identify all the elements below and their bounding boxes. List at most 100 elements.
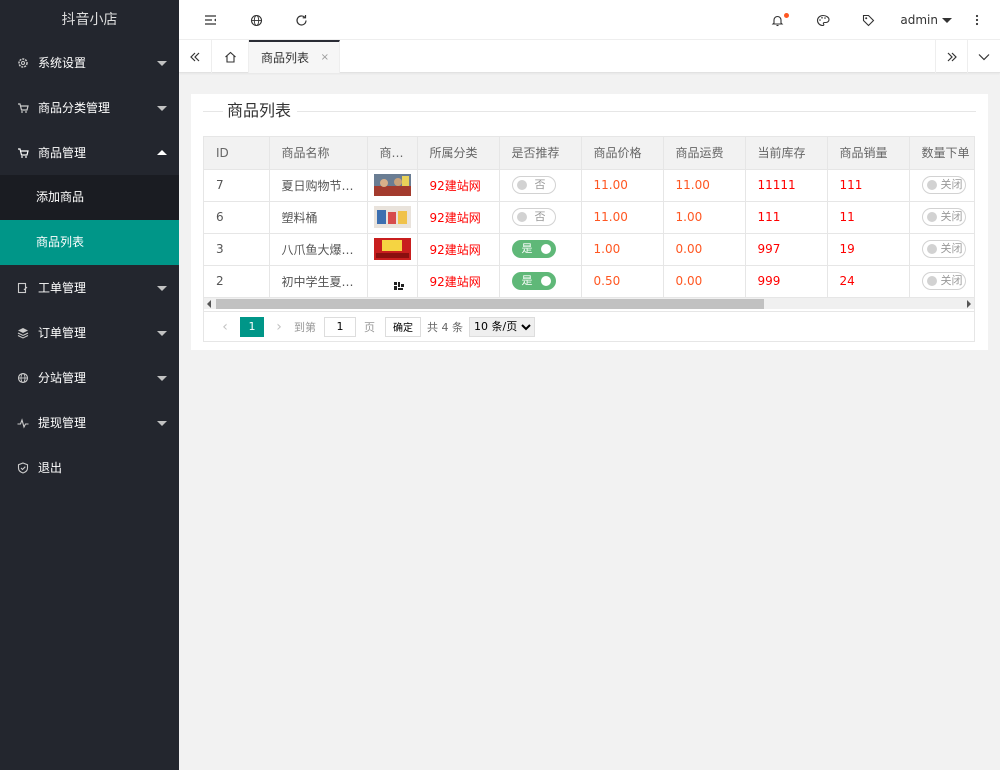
current-page[interactable]: 1	[240, 316, 264, 337]
col-header-stock[interactable]: 当前库存	[745, 137, 828, 170]
col-header-price[interactable]: 商品价格	[581, 137, 664, 170]
tabs-scroll-right-icon[interactable]	[935, 40, 968, 73]
cell-freight: 0.00	[663, 233, 746, 266]
bell-icon[interactable]	[762, 0, 792, 40]
scroll-right-arrow-icon[interactable]	[967, 300, 971, 308]
per-page-select[interactable]: 10 条/页	[469, 316, 535, 337]
sidebar-subitem-add-product[interactable]: 添加商品	[0, 175, 179, 220]
product-thumbnail[interactable]	[373, 174, 411, 196]
caret-down-icon	[942, 18, 952, 23]
toggle-label: 关闭	[940, 178, 963, 191]
goto-confirm-button[interactable]: 确定	[385, 316, 421, 337]
cell-qty-order: 关闭	[909, 265, 974, 298]
prev-page-icon[interactable]: ‹	[214, 319, 236, 335]
recommend-toggle[interactable]: 是	[511, 272, 556, 290]
cell-recommend: 否	[499, 201, 582, 234]
col-header-image[interactable]: 商…	[367, 137, 418, 170]
cell-image	[367, 265, 418, 298]
close-icon[interactable]: ×	[321, 52, 329, 63]
cell-stock: 997	[745, 233, 828, 266]
cell-sales: 19	[827, 233, 910, 266]
chevron-down-icon[interactable]	[968, 40, 1000, 73]
qty-order-toggle[interactable]: 关闭	[921, 176, 966, 194]
horizontal-scrollbar[interactable]	[204, 297, 974, 309]
scroll-left-arrow-icon[interactable]	[207, 300, 211, 308]
menu-fold-icon[interactable]	[195, 0, 225, 40]
recommend-toggle[interactable]: 否	[511, 208, 556, 226]
username: admin	[900, 13, 938, 27]
col-header-id[interactable]: ID	[204, 137, 270, 170]
toggle-label: 否	[534, 178, 546, 191]
cell-stock: 111	[745, 201, 828, 234]
globe-icon	[16, 371, 30, 385]
toggle-label: 否	[534, 210, 546, 223]
product-thumbnail[interactable]	[373, 270, 411, 292]
sidebar-item-substation-management[interactable]: 分站管理	[0, 355, 179, 400]
product-thumbnail[interactable]	[373, 238, 411, 260]
cell-name: 初中学生夏…	[269, 265, 368, 298]
recommend-toggle[interactable]: 是	[511, 240, 556, 258]
col-header-category[interactable]: 所属分类	[417, 137, 500, 170]
cell-recommend: 是	[499, 265, 582, 298]
tabs-scroll-left-icon[interactable]	[179, 40, 212, 73]
cell-price: 11.00	[581, 201, 664, 234]
toggle-knob	[926, 212, 937, 222]
qty-order-toggle[interactable]: 关闭	[921, 208, 966, 226]
col-header-freight[interactable]: 商品运费	[663, 137, 746, 170]
cell-category: 92建站网	[417, 265, 500, 298]
cell-freight: 0.00	[663, 265, 746, 298]
qty-order-toggle[interactable]: 关闭	[921, 240, 966, 258]
cell-name: 八爪鱼大爆…	[269, 233, 368, 266]
sidebar-item-order-management[interactable]: 订单管理	[0, 310, 179, 355]
cell-id: 7	[204, 169, 270, 202]
page-number-input[interactable]	[324, 316, 356, 337]
edit-doc-icon	[16, 281, 30, 295]
sidebar-item-product-management[interactable]: 商品管理	[0, 130, 179, 175]
sidebar-subitem-product-list[interactable]: 商品列表	[0, 220, 179, 265]
table-row: 3 八爪鱼大爆… 92建站网 是 1.00 0.00 997 19 关闭	[204, 233, 974, 266]
cell-qty-order: 关闭	[909, 169, 974, 202]
fieldset-legend: 商品列表	[203, 100, 976, 122]
cell-price: 11.00	[581, 169, 664, 202]
qty-order-toggle[interactable]: 关闭	[921, 272, 966, 290]
sidebar-item-system-settings[interactable]: 系统设置	[0, 40, 179, 85]
top-header: admin	[179, 0, 1000, 40]
col-header-name[interactable]: 商品名称	[269, 137, 368, 170]
col-header-recommend[interactable]: 是否推荐	[499, 137, 582, 170]
more-vertical-icon[interactable]	[962, 0, 992, 40]
tab-product-list[interactable]: 商品列表 ×	[249, 40, 340, 73]
col-header-qty-order[interactable]: 数量下单	[909, 137, 974, 170]
sidebar-item-withdraw-management[interactable]: 提现管理	[0, 400, 179, 445]
sidebar-item-label: 退出	[38, 461, 63, 475]
refresh-icon[interactable]	[286, 0, 316, 40]
recommend-toggle[interactable]: 否	[511, 176, 556, 194]
layers-icon	[16, 326, 30, 340]
tag-icon[interactable]	[853, 0, 883, 40]
globe-icon[interactable]	[241, 0, 271, 40]
sidebar-item-category-management[interactable]: 商品分类管理	[0, 85, 179, 130]
cell-category: 92建站网	[417, 169, 500, 202]
chevron-down-icon	[157, 105, 167, 111]
toggle-knob	[926, 180, 937, 190]
user-menu[interactable]: admin	[900, 0, 952, 40]
cell-name: 塑料桶	[269, 201, 368, 234]
chevron-down-icon	[157, 285, 167, 291]
sidebar-item-ticket-management[interactable]: 工单管理	[0, 265, 179, 310]
sidebar-item-label: 系统设置	[38, 56, 87, 70]
total-count: 共 4 条	[427, 320, 463, 334]
notification-dot	[784, 13, 789, 18]
home-icon[interactable]	[212, 40, 249, 73]
toggle-label: 关闭	[940, 210, 963, 223]
col-header-sales[interactable]: 商品销量	[827, 137, 910, 170]
table-header-row: ID 商品名称 商… 所属分类 是否推荐 商品价格 商品运费 当前库存 商品销量…	[204, 137, 974, 170]
chevron-down-icon	[157, 330, 167, 336]
toggle-label: 关闭	[940, 274, 963, 287]
product-thumbnail[interactable]	[373, 206, 411, 228]
sidebar-item-label: 商品分类管理	[38, 101, 111, 115]
cell-qty-order: 关闭	[909, 201, 974, 234]
toggle-knob	[540, 276, 551, 286]
sidebar-item-logout[interactable]: 退出	[0, 445, 179, 490]
palette-icon[interactable]	[808, 0, 838, 40]
next-page-icon[interactable]: ›	[268, 319, 290, 335]
scrollbar-thumb[interactable]	[216, 299, 764, 309]
